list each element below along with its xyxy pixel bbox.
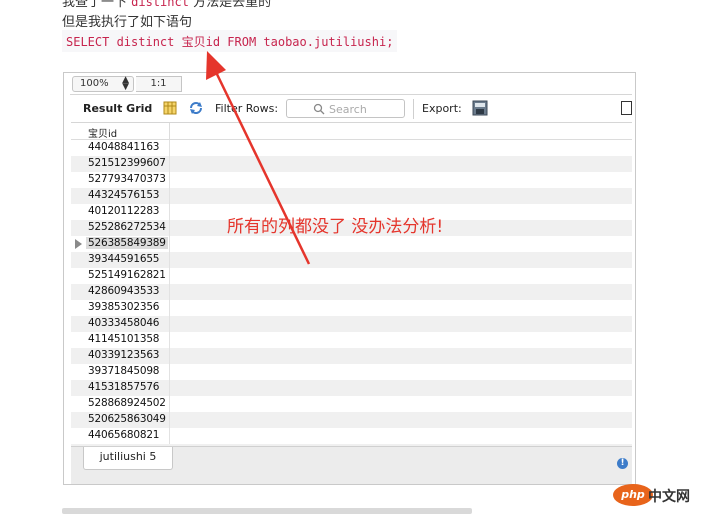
column-header-baobei-id[interactable]: 宝贝id: [88, 125, 117, 140]
table-row[interactable]: 40333458046: [71, 316, 632, 332]
table-row[interactable]: 44065680821: [71, 428, 632, 444]
column-divider: [169, 316, 170, 332]
column-divider: [169, 140, 170, 156]
annotation-text: 所有的列都没了 没办法分析!: [227, 217, 444, 237]
table-cell[interactable]: 527793470373: [88, 173, 166, 185]
result-grid: 宝贝id 44048841163 521512399607 527793470373…: [71, 122, 632, 446]
table-cell[interactable]: 39385302356: [88, 301, 159, 313]
search-input[interactable]: Search: [286, 99, 405, 118]
row-pointer-icon: [75, 239, 82, 249]
export-label: Export:: [422, 102, 462, 115]
article-inline-code: distinct: [131, 0, 189, 9]
column-divider: [169, 412, 170, 428]
table-row[interactable]: 521512399607: [71, 156, 632, 172]
watermark-site-name: 中文网: [648, 489, 690, 505]
column-divider: [169, 188, 170, 204]
filter-rows-label: Filter Rows:: [215, 102, 279, 115]
column-divider: [169, 220, 170, 236]
cut-off-text-line: [62, 508, 472, 514]
refresh-icon[interactable]: [189, 101, 203, 115]
column-divider: [169, 396, 170, 412]
table-row[interactable]: 39344591655: [71, 252, 632, 268]
column-divider: [169, 300, 170, 316]
column-divider: [169, 332, 170, 348]
table-cell[interactable]: 525286272534: [88, 221, 166, 233]
column-divider: [169, 268, 170, 284]
column-divider: [169, 284, 170, 300]
table-cell[interactable]: 42860943533: [88, 285, 159, 297]
column-divider: [169, 236, 170, 252]
result-tab-bar: jutiliushi 5 !: [71, 446, 632, 484]
column-divider: [169, 428, 170, 444]
php-logo: php: [613, 484, 653, 506]
table-row[interactable]: 39385302356: [71, 300, 632, 316]
column-divider: [169, 348, 170, 364]
table-cell[interactable]: 520625863049: [88, 413, 166, 425]
column-divider: [169, 123, 170, 140]
table-cell[interactable]: 521512399607: [88, 157, 166, 169]
workbench-screenshot: 100% ▲ ▼ 1:1 Result Grid Filter Rows: Sea…: [63, 72, 636, 485]
article-line-1-suffix: 方法是去重的: [193, 0, 272, 10]
article-line-2: 但是我执行了如下语句: [62, 15, 193, 30]
column-divider: [169, 252, 170, 268]
table-cell[interactable]: 41145101358: [88, 333, 159, 345]
article-line-1: 我查了一下 distinct 方法是去重的: [62, 0, 271, 10]
column-divider: [169, 204, 170, 220]
table-cell[interactable]: 526385849389: [86, 237, 168, 249]
grid-header: 宝贝id: [71, 123, 632, 140]
table-row[interactable]: 41531857576: [71, 380, 632, 396]
table-cell[interactable]: 40120112283: [88, 205, 159, 217]
result-grid-label: Result Grid: [83, 102, 153, 115]
table-row[interactable]: 526385849389: [71, 236, 632, 252]
grid-view-icon[interactable]: [163, 101, 177, 115]
table-row[interactable]: 41145101358: [71, 332, 632, 348]
table-cell[interactable]: 44324576153: [88, 189, 159, 201]
table-row[interactable]: 44324576153: [71, 188, 632, 204]
table-row[interactable]: 527793470373: [71, 172, 632, 188]
table-cell[interactable]: 528868924502: [88, 397, 166, 409]
sql-code-block: SELECT distinct 宝贝id FROM taobao.jutiliu…: [62, 30, 398, 52]
export-icon[interactable]: [472, 100, 488, 116]
table-cell[interactable]: 41531857576: [88, 381, 159, 393]
table-cell[interactable]: 44065680821: [88, 429, 159, 441]
result-toolbar: Result Grid Filter Rows: Search Export:: [70, 94, 632, 122]
zoom-select[interactable]: 100% ▲ ▼: [72, 76, 134, 92]
search-icon: [313, 103, 325, 115]
toolbar-divider: [413, 99, 414, 119]
article-line-1-prefix: 我查了一下: [62, 0, 128, 10]
table-cell[interactable]: 39371845098: [88, 365, 159, 377]
cut-off-paragraph: [62, 508, 482, 514]
table-cell[interactable]: 40333458046: [88, 317, 159, 329]
table-row[interactable]: 528868924502: [71, 396, 632, 412]
zoom-value: 100%: [80, 78, 109, 89]
info-icon[interactable]: !: [617, 458, 628, 469]
column-divider: [169, 364, 170, 380]
table-cell[interactable]: 40339123563: [88, 349, 159, 361]
result-tab[interactable]: jutiliushi 5: [83, 447, 173, 470]
table-row[interactable]: 525149162821: [71, 268, 632, 284]
table-cell[interactable]: 39344591655: [88, 253, 159, 265]
table-row[interactable]: 44048841163: [71, 140, 632, 156]
table-row[interactable]: 520625863049: [71, 412, 632, 428]
table-cell[interactable]: 525149162821: [88, 269, 166, 281]
table-row[interactable]: 40339123563: [71, 348, 632, 364]
site-watermark: php 中文网: [602, 484, 702, 506]
column-divider: [169, 380, 170, 396]
column-divider: [169, 156, 170, 172]
table-cell[interactable]: 44048841163: [88, 141, 159, 153]
table-row[interactable]: 39371845098: [71, 364, 632, 380]
search-placeholder: Search: [329, 103, 367, 116]
updown-arrows-icon: ▲ ▼: [122, 75, 129, 92]
panel-toggle-icon[interactable]: [621, 101, 632, 115]
column-divider: [169, 172, 170, 188]
ratio-button[interactable]: 1:1: [136, 76, 182, 92]
table-row[interactable]: 42860943533: [71, 284, 632, 300]
